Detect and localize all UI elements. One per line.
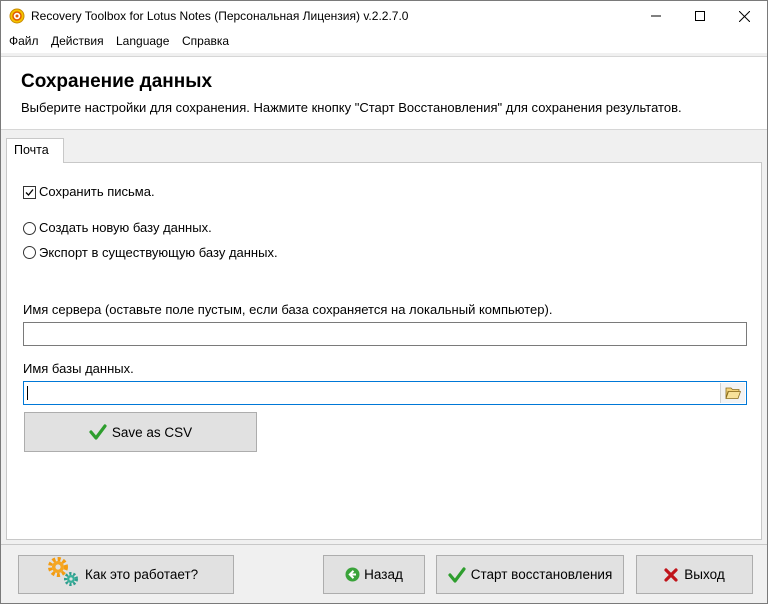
close-icon — [738, 10, 750, 22]
maximize-icon — [695, 11, 705, 21]
page-title: Сохранение данных — [21, 71, 213, 92]
radio-export-existing-db-label[interactable]: Экспорт в существующую базу данных. — [39, 245, 278, 260]
how-it-works-label: Как это работает? — [85, 567, 199, 582]
maximize-button[interactable] — [677, 1, 723, 31]
text-caret — [27, 386, 28, 400]
minimize-icon — [651, 15, 661, 17]
checkmark-icon — [25, 189, 34, 196]
browse-folder-button[interactable] — [720, 383, 745, 403]
page-header: Сохранение данных Выберите настройки для… — [1, 56, 767, 130]
tab-mail[interactable]: Почта — [6, 138, 64, 163]
menu-help[interactable]: Справка — [182, 34, 229, 48]
green-check-icon — [448, 566, 466, 583]
green-check-icon — [89, 424, 107, 440]
app-logo-icon — [9, 8, 25, 24]
start-recovery-label: Старт восстановления — [470, 567, 613, 582]
save-messages-checkbox[interactable] — [23, 186, 36, 199]
radio-export-existing-db[interactable] — [23, 246, 36, 259]
start-recovery-button[interactable]: Старт восстановления — [436, 555, 624, 594]
radio-create-new-db[interactable] — [23, 222, 36, 235]
tab-mail-label: Почта — [14, 143, 49, 157]
window-title: Recovery Toolbox for Lotus Notes (Персон… — [31, 9, 409, 23]
menu-language[interactable]: Language — [116, 34, 169, 48]
footer-divider — [1, 544, 767, 545]
save-as-csv-label: Save as CSV — [111, 424, 193, 440]
menu-file[interactable]: Файл — [9, 34, 39, 48]
close-window-button[interactable] — [721, 1, 767, 31]
exit-button[interactable]: Выход — [636, 555, 753, 594]
back-label: Назад — [364, 567, 403, 582]
back-arrow-icon — [345, 567, 360, 582]
radio-create-new-db-label[interactable]: Создать новую базу данных. — [39, 220, 212, 235]
tab-panel-mail: Сохранить письма. Создать новую базу дан… — [6, 162, 762, 540]
server-name-input[interactable] — [23, 322, 747, 346]
menu-actions[interactable]: Действия — [51, 34, 104, 48]
how-it-works-button[interactable]: Как это работает? — [18, 555, 234, 594]
save-as-csv-button[interactable]: Save as CSV — [24, 412, 257, 452]
menu-bar: Файл Действия Language Справка — [1, 31, 767, 53]
back-button[interactable]: Назад — [323, 555, 425, 594]
minimize-button[interactable] — [633, 1, 679, 31]
server-name-label: Имя сервера (оставьте поле пустым, если … — [23, 302, 553, 317]
red-x-icon — [664, 567, 678, 582]
gears-icon — [48, 556, 78, 586]
open-folder-icon — [725, 387, 741, 399]
save-messages-label[interactable]: Сохранить письма. — [39, 184, 155, 199]
exit-label: Выход — [684, 567, 725, 582]
title-bar: Recovery Toolbox for Lotus Notes (Персон… — [1, 1, 767, 31]
page-subtitle: Выберите настройки для сохранения. Нажми… — [21, 100, 682, 115]
app-window: Recovery Toolbox for Lotus Notes (Персон… — [0, 0, 768, 604]
db-name-input[interactable] — [23, 381, 747, 405]
db-name-label: Имя базы данных. — [23, 361, 134, 376]
